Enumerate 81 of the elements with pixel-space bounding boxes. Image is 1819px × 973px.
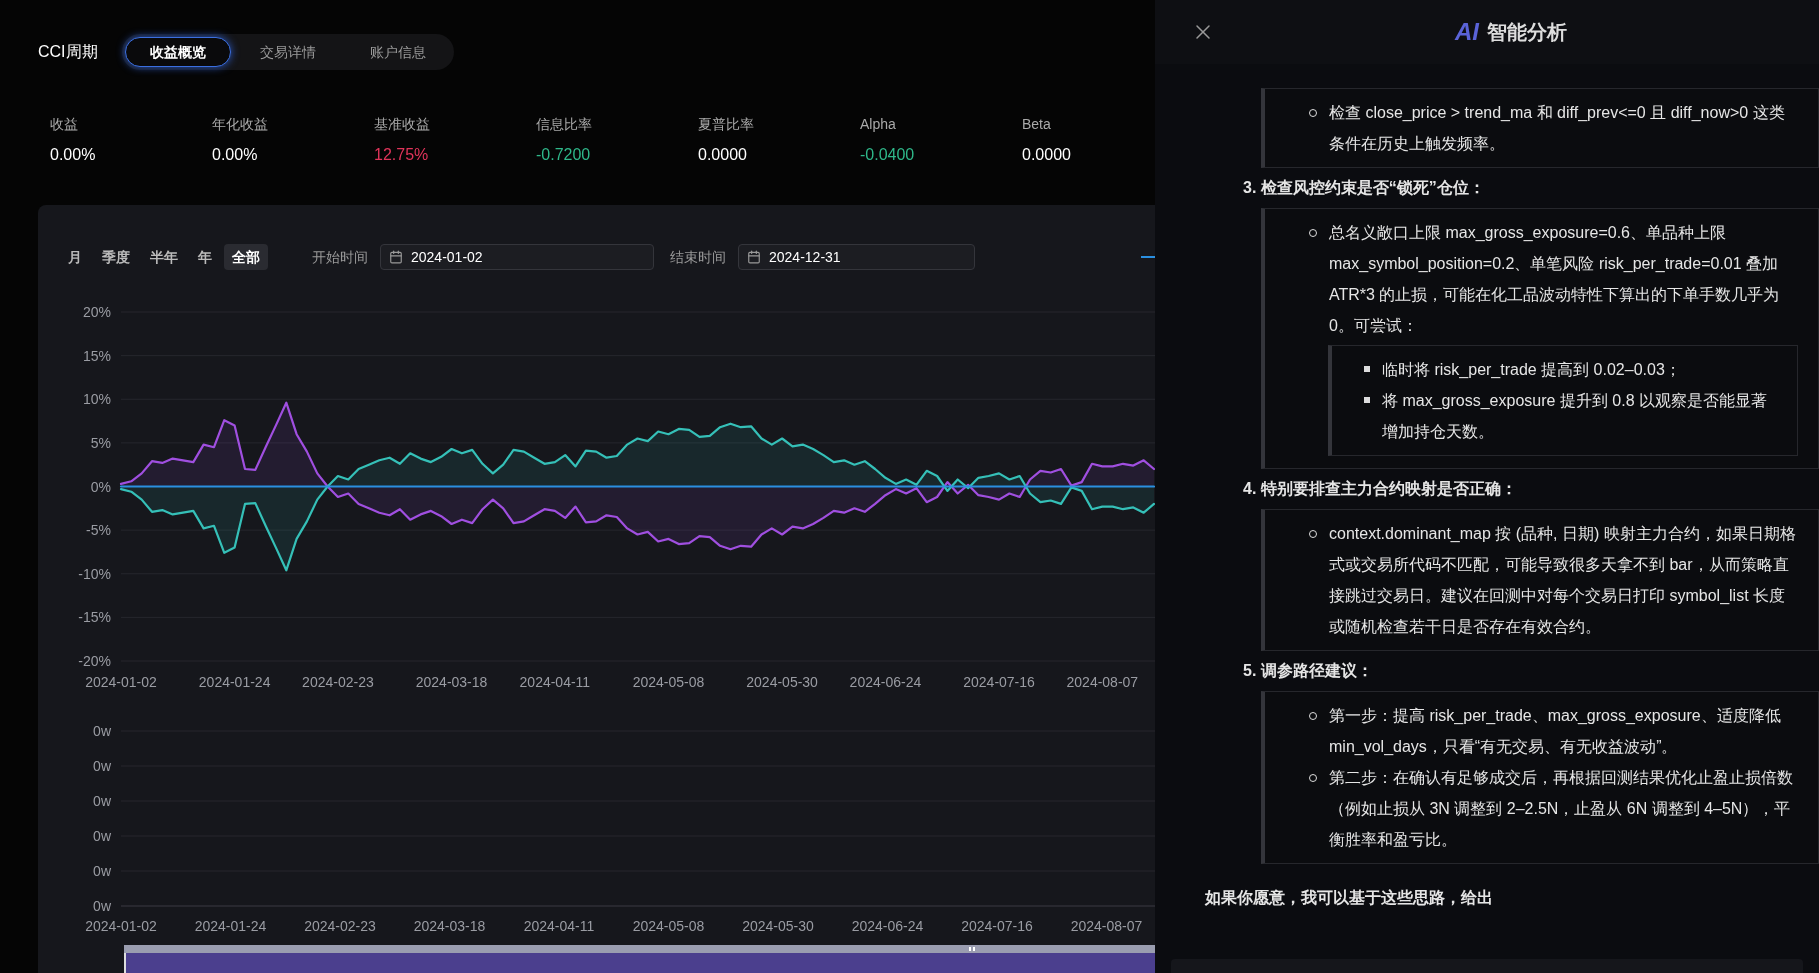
axis-label: 2024-01-02	[85, 674, 157, 690]
date-field[interactable]: 2024-01-02	[380, 244, 654, 270]
axis-label: 2024-01-02	[85, 918, 157, 934]
tab[interactable]: 账户信息	[344, 37, 451, 67]
axis-label: 2024-03-18	[413, 918, 486, 934]
axis-label: -15%	[78, 609, 111, 626]
axis-label: 2024-06-24	[849, 674, 922, 690]
list-heading: 5. 调参路径建议：	[1243, 661, 1374, 681]
axis-label: 2024-04-11	[519, 674, 591, 690]
list-text: 第二步：在确认有足够成交后，再根据回测结果优化止盈止损倍数（例如止损从 3N 调整到 2–2.5N，止盈从 6N 调整到 4–5N），平衡胜率和盈亏比。	[1329, 768, 1794, 850]
axis-label: 0w	[93, 723, 111, 739]
metric-label: 年化收益	[212, 115, 269, 134]
axis-label: 15%	[82, 347, 111, 364]
range-slider[interactable]	[124, 945, 1155, 973]
axis-label: 2024-01-24	[194, 918, 267, 934]
axis-label: 2024-05-08	[632, 674, 705, 690]
axis-label: 0w	[93, 828, 111, 844]
tab[interactable]: 交易详情	[234, 37, 341, 67]
axis-label: 2024-06-24	[851, 918, 924, 934]
axis-label: -10%	[78, 565, 111, 582]
metric-label: 夏普比率	[698, 115, 755, 134]
end-label: 结束时间	[670, 247, 726, 267]
period-button[interactable]: 月	[60, 244, 90, 270]
axis-label: 2024-02-23	[302, 674, 374, 690]
list-text: 第一步：提高 risk_per_trade、max_gross_exposure、适度降低 min_vol_days，只看“有无交易、有无收益波动”。	[1329, 706, 1782, 757]
metric-label: 信息比率	[536, 115, 593, 134]
axis-label: 2024-04-11	[523, 918, 595, 934]
axis-label: 2024-07-16	[963, 674, 1035, 690]
period-button[interactable]: 年	[190, 244, 220, 270]
metric-value: 12.75%	[374, 145, 429, 165]
list-text: 总名义敞口上限 max_gross_exposure=0.6、单品种上限 max_symbol_position=0.2、单笔风险 risk_per_trade=0.01 叠加 ATR*3 的止损，可能在化工品波动特性下算出的下单手数几乎为 0。可尝试：	[1329, 223, 1781, 336]
list-text: 临时将 risk_per_trade 提高到 0.02–0.03；	[1382, 360, 1681, 380]
metric-label: 基准收益	[374, 115, 431, 134]
date-field[interactable]: 2024-12-31	[738, 244, 975, 270]
bullet-icon	[1364, 397, 1370, 403]
metric-value: 0.0000	[698, 145, 747, 165]
panel-title: 智能分析	[1487, 20, 1567, 45]
metric-value: 0.0000	[1022, 145, 1071, 165]
metric-label: 收益	[50, 115, 79, 134]
period-button[interactable]: 半年	[142, 244, 186, 270]
axis-label: 2024-07-16	[961, 918, 1033, 934]
legend-line-icon	[1141, 256, 1155, 258]
metric-value: -0.7200	[536, 145, 591, 165]
metric-value: 0.00%	[212, 145, 258, 165]
list-text: context.dominant_map 按 (品种, 日期) 映射主力合约，如果日期格式或交易所代码不匹配，可能导致很多天拿不到 bar，从而策略直接跳过交易日。建议在回测中对每个交易日打印 symbol_list 长度或随机检查若干日是否存在有效合约。	[1329, 524, 1797, 637]
list-heading: 4. 特别要排查主力合约映射是否正确：	[1243, 479, 1518, 499]
list-text: 将 max_gross_exposure 提升到 0.8 以观察是否能显著增加持仓天数。	[1382, 391, 1768, 442]
axis-label: 2024-08-07	[1070, 918, 1143, 934]
list-text: 检查 close_price > trend_ma 和 diff_prev<=0 且 diff_now>0 这类条件在历史上触发频率。	[1329, 103, 1786, 154]
axis-label: 0w	[93, 758, 111, 774]
metric-value: 0.00%	[50, 145, 96, 165]
axis-label: 5%	[90, 434, 111, 451]
strategy-name: CCI周期	[38, 42, 98, 62]
start-label: 开始时间	[312, 247, 368, 267]
axis-label: 0%	[90, 478, 111, 495]
axis-label: 2024-08-07	[1066, 674, 1139, 690]
metric-label: Beta	[1022, 115, 1052, 134]
calendar-icon	[389, 250, 403, 264]
axis-label: 20%	[82, 304, 111, 320]
axis-label: 2024-05-30	[746, 674, 818, 690]
axis-label: 2024-02-23	[304, 918, 376, 934]
paragraph: 如果你愿意，我可以基于这些思路，给出	[1205, 888, 1494, 908]
axis-label: 2024-01-24	[198, 674, 271, 690]
axis-label: 0w	[93, 793, 111, 809]
axis-label: 2024-05-30	[742, 918, 814, 934]
axis-label: -20%	[78, 653, 111, 669]
list-heading: 3. 检查风控约束是否“锁死”仓位：	[1243, 178, 1486, 198]
metric-label: Alpha	[860, 115, 897, 134]
ai-logo: AI	[1455, 17, 1479, 47]
metric-value: -0.0400	[860, 145, 915, 165]
bullet-icon	[1364, 366, 1370, 372]
axis-label: 2024-05-08	[632, 918, 705, 934]
period-button[interactable]: 季度	[94, 244, 138, 270]
axis-label: -5%	[86, 522, 111, 539]
tab[interactable]: 收益概览	[124, 37, 231, 67]
axis-label: 0w	[93, 863, 111, 879]
axis-label: 0w	[93, 898, 111, 914]
axis-label: 10%	[82, 391, 111, 408]
calendar-icon	[747, 250, 761, 264]
period-button[interactable]: 全部	[224, 244, 268, 270]
axis-label: 2024-03-18	[415, 674, 488, 690]
